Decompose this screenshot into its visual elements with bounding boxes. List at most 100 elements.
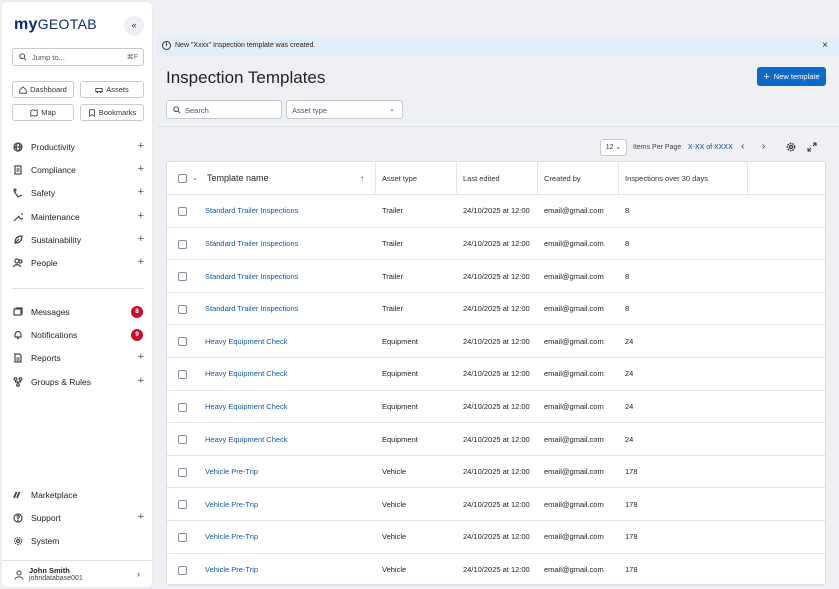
row-checkbox[interactable] <box>178 207 187 216</box>
column-separator <box>618 162 619 194</box>
expand-icon[interactable]: + <box>138 233 144 245</box>
select-all-checkbox[interactable] <box>178 174 187 183</box>
template-name-link[interactable]: Standard Trailer Inspections <box>205 195 298 227</box>
table-row[interactable]: Standard Trailer Inspections Trailer 24/10… <box>167 260 825 293</box>
nav-reports[interactable]: Reports + <box>10 349 146 367</box>
template-name-link[interactable]: Heavy Equipment Check <box>205 391 288 423</box>
settings-gear-icon[interactable] <box>786 142 796 152</box>
user-menu[interactable]: John Smith johndatabase001 › <box>2 560 152 587</box>
created-by-cell: email@gmail.com <box>544 434 604 444</box>
nav-safety[interactable]: Safety + <box>10 184 146 202</box>
row-checkbox[interactable] <box>178 402 187 412</box>
expand-icon[interactable]: + <box>138 256 144 268</box>
close-banner-button[interactable]: × <box>822 40 828 51</box>
table-row[interactable]: Standard Trailer Inspections Trailer 24/10… <box>167 195 825 228</box>
column-created-by[interactable]: Created by <box>544 162 581 194</box>
leaf-icon <box>14 235 23 244</box>
template-name-link[interactable]: Vehicle Pre-Trip <box>205 488 258 520</box>
table-row[interactable]: Standard Trailer Inspections Trailer 24/10… <box>167 293 825 326</box>
row-checkbox[interactable] <box>178 304 187 314</box>
created-by-cell: email@gmail.com <box>544 238 604 248</box>
expand-icon[interactable]: + <box>138 163 144 175</box>
map-button[interactable]: Map <box>12 104 74 121</box>
expand-icon[interactable]: + <box>138 351 144 363</box>
table-row[interactable]: Vehicle Pre-Trip Vehicle 24/10/2025 at 12:… <box>167 554 825 587</box>
row-checkbox[interactable] <box>178 467 187 477</box>
nav-notifications[interactable]: Notifications 9 <box>10 326 146 344</box>
row-checkbox[interactable] <box>178 239 187 249</box>
dashboard-button[interactable]: Dashboard <box>12 81 74 98</box>
template-name-link[interactable]: Standard Trailer Inspections <box>205 260 298 292</box>
template-name-link[interactable]: Heavy Equipment Check <box>205 423 288 455</box>
created-by-cell: email@gmail.com <box>544 499 604 509</box>
expand-icon[interactable]: + <box>138 511 144 523</box>
template-name-link[interactable]: Standard Trailer Inspections <box>205 228 298 260</box>
nav-compliance[interactable]: Compliance + <box>10 161 146 179</box>
expand-icon[interactable] <box>807 142 817 152</box>
table-row[interactable]: Vehicle Pre-Trip Vehicle 24/10/2025 at 12:… <box>167 488 825 522</box>
nav-sustainability[interactable]: Sustainability + <box>10 231 146 249</box>
next-page-button[interactable]: › <box>762 141 765 152</box>
nav-marketplace[interactable]: Marketplace <box>10 486 146 504</box>
inspections-count-cell: 24 <box>625 336 634 346</box>
expand-icon[interactable]: + <box>138 375 144 387</box>
nav-system[interactable]: System <box>10 532 146 550</box>
nav-messages[interactable]: Messages 8 <box>10 303 146 321</box>
table-row[interactable]: Heavy Equipment Check Equipment 24/10/2025… <box>167 423 825 456</box>
created-by-cell: email@gmail.com <box>544 532 604 542</box>
table-row[interactable]: Vehicle Pre-Trip Vehicle 24/10/2025 at 12:… <box>167 456 825 489</box>
mygeotab-logo[interactable]: myGEOTAB <box>14 16 97 34</box>
template-name-link[interactable]: Vehicle Pre-Trip <box>205 456 258 488</box>
nav-groups-rules[interactable]: Groups & Rules + <box>10 373 146 391</box>
asset-type-placeholder: Asset type <box>292 106 328 115</box>
template-name-link[interactable]: Heavy Equipment Check <box>205 325 288 357</box>
table-row[interactable]: Vehicle Pre-Trip Vehicle 24/10/2025 at 12:… <box>167 521 825 554</box>
assets-button[interactable]: Assets <box>80 81 144 98</box>
bookmarks-button[interactable]: Bookmarks <box>80 104 144 121</box>
template-name-link[interactable]: Vehicle Pre-Trip <box>205 554 258 586</box>
template-name-link[interactable]: Heavy Equipment Check <box>205 358 288 390</box>
row-checkbox[interactable] <box>178 370 187 379</box>
column-template-name[interactable]: Template name <box>207 162 269 194</box>
table-row[interactable]: Heavy Equipment Check Equipment 24/10/2025… <box>167 325 825 359</box>
sort-ascending-icon[interactable]: ↑ <box>360 174 364 183</box>
template-name-link[interactable]: Vehicle Pre-Trip <box>205 521 258 553</box>
table-row[interactable]: Heavy Equipment Check Equipment 24/10/2025… <box>167 391 825 424</box>
column-inspections[interactable]: Inspections over 30 days <box>625 162 708 194</box>
inspections-count-cell: 178 <box>625 532 638 542</box>
nav-support[interactable]: Support + <box>10 509 146 527</box>
expand-icon[interactable]: + <box>138 210 144 222</box>
expand-icon[interactable]: + <box>138 186 144 198</box>
column-asset-type[interactable]: Asset type <box>382 162 417 194</box>
inspections-count-cell: 24 <box>625 434 634 444</box>
items-per-page-select[interactable]: 12 ⌄ <box>600 139 627 156</box>
nav-maintenance[interactable]: Maintenance + <box>10 208 146 226</box>
table-row[interactable]: Standard Trailer Inspections Trailer 24/10… <box>167 228 825 261</box>
chevron-down-icon: ⌄ <box>389 106 395 113</box>
row-checkbox[interactable] <box>178 337 187 347</box>
asset-type-select[interactable]: Asset type ⌄ <box>286 100 403 119</box>
expand-icon[interactable]: + <box>138 140 144 152</box>
plus-icon: + <box>763 70 770 83</box>
row-checkbox[interactable] <box>178 272 187 282</box>
row-checkbox[interactable] <box>178 565 187 575</box>
chevron-down-icon[interactable]: ⌄ <box>192 174 198 182</box>
chevron-right-icon: › <box>137 569 140 579</box>
search-input[interactable]: Search <box>166 100 282 119</box>
search-placeholder: Search <box>185 106 209 115</box>
templates-table: ⌄ Template name ↑ Asset type Last edited… <box>166 161 826 587</box>
row-checkbox[interactable] <box>178 500 187 510</box>
row-checkbox[interactable] <box>178 533 187 542</box>
collapse-sidebar-button[interactable]: « <box>124 16 144 36</box>
table-row[interactable]: Heavy Equipment Check Equipment 24/10/2025… <box>167 358 825 391</box>
row-checkbox[interactable] <box>178 435 187 445</box>
inspections-count-cell: 178 <box>625 564 638 574</box>
previous-page-button[interactable]: ‹ <box>741 141 744 152</box>
inspections-count-cell: 178 <box>625 467 638 477</box>
new-template-button[interactable]: + New template <box>757 67 826 86</box>
jump-to-input[interactable]: Jump to... ⌘F <box>12 48 144 66</box>
column-last-edited[interactable]: Last edited <box>463 162 500 194</box>
template-name-link[interactable]: Standard Trailer Inspections <box>205 293 298 325</box>
nav-productivity[interactable]: Productivity + <box>10 138 146 156</box>
nav-people[interactable]: People + <box>10 254 146 272</box>
